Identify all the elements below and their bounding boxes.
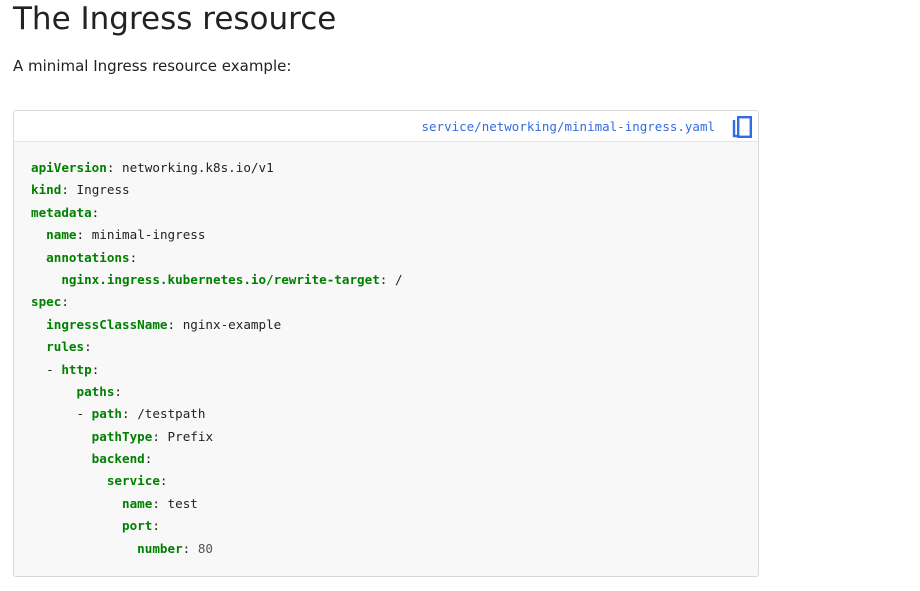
code-line: kind: Ingress: [31, 179, 403, 201]
yaml-colon: :: [84, 339, 92, 355]
code-content: apiVersion: networking.k8s.io/v1 kind: In…: [31, 157, 403, 560]
copy-icon[interactable]: [731, 115, 753, 139]
page-title: The Ingress resource: [13, 1, 337, 37]
yaml-key: ingressClassName: [46, 316, 168, 332]
code-line: paths:: [31, 381, 403, 403]
yaml-key: name: [122, 495, 153, 511]
yaml-key: spec: [31, 294, 62, 310]
code-line: nginx.ingress.kubernetes.io/rewrite-targ…: [31, 269, 403, 291]
yaml-key: port: [122, 518, 153, 534]
code-line: pathType: Prefix: [31, 426, 403, 448]
code-line: backend:: [31, 448, 403, 470]
yaml-key: number: [137, 540, 183, 556]
code-line: name: minimal-ingress: [31, 224, 403, 246]
yaml-value: minimal-ingress: [91, 227, 206, 243]
yaml-key: paths: [76, 383, 115, 399]
yaml-value: /: [394, 271, 403, 287]
yaml-key: metadata: [31, 204, 92, 220]
yaml-value: 80: [197, 540, 214, 556]
yaml-value: test: [167, 495, 198, 511]
code-line: service:: [31, 470, 403, 492]
yaml-colon: :: [182, 540, 191, 556]
code-indent: -: [31, 361, 62, 377]
code-line: ingressClassName: nginx-example: [31, 314, 403, 336]
code-line: annotations:: [31, 247, 403, 269]
yaml-value: /testpath: [137, 406, 206, 422]
code-line: number: 80: [31, 538, 403, 560]
yaml-key: http: [61, 361, 92, 377]
yaml-value: Ingress: [76, 182, 130, 198]
yaml-key: kind: [31, 182, 62, 198]
code-line: - http:: [31, 359, 403, 381]
yaml-colon: :: [106, 160, 115, 175]
yaml-key: service: [106, 473, 160, 489]
yaml-colon: :: [129, 249, 138, 265]
yaml-colon: :: [122, 406, 130, 422]
code-line: rules:: [31, 336, 403, 358]
yaml-colon: :: [144, 451, 153, 467]
yaml-colon: :: [61, 294, 69, 310]
yaml-key: path: [91, 406, 123, 422]
yaml-key: pathType: [91, 428, 153, 444]
yaml-colon: :: [91, 204, 100, 220]
yaml-colon: :: [76, 227, 85, 243]
code-line: port:: [31, 515, 403, 537]
yaml-key: backend: [91, 451, 145, 467]
code-line: spec:: [31, 291, 403, 313]
yaml-key: apiVersion: [31, 160, 107, 175]
yaml-colon: :: [152, 495, 160, 511]
code-block: service/networking/minimal-ingress.yaml …: [13, 110, 759, 577]
yaml-key: rules: [46, 339, 85, 355]
yaml-colon: :: [379, 271, 388, 287]
yaml-colon: :: [167, 316, 176, 332]
yaml-value: Prefix: [167, 428, 214, 444]
yaml-colon: :: [152, 428, 160, 444]
code-line: - path: /testpath: [31, 403, 403, 425]
yaml-colon: :: [91, 361, 100, 377]
yaml-key: nginx.ingress.kubernetes.io/rewrite-targ…: [61, 271, 380, 287]
yaml-key: annotations: [46, 249, 130, 265]
code-header: service/networking/minimal-ingress.yaml: [14, 111, 758, 142]
code-indent: -: [31, 406, 92, 422]
code-line: name: test: [31, 493, 403, 515]
yaml-colon: :: [114, 383, 123, 399]
source-file-link[interactable]: service/networking/minimal-ingress.yaml: [422, 119, 716, 135]
yaml-key: name: [46, 227, 77, 243]
yaml-colon: :: [159, 473, 168, 489]
code-line: apiVersion: networking.k8s.io/v1: [31, 157, 403, 179]
yaml-value: networking.k8s.io/v1: [122, 160, 274, 175]
code-line: metadata:: [31, 202, 403, 224]
yaml-colon: :: [61, 182, 69, 198]
intro-text: A minimal Ingress resource example:: [13, 57, 292, 75]
yaml-value: nginx-example: [182, 316, 282, 332]
yaml-colon: :: [152, 518, 160, 534]
